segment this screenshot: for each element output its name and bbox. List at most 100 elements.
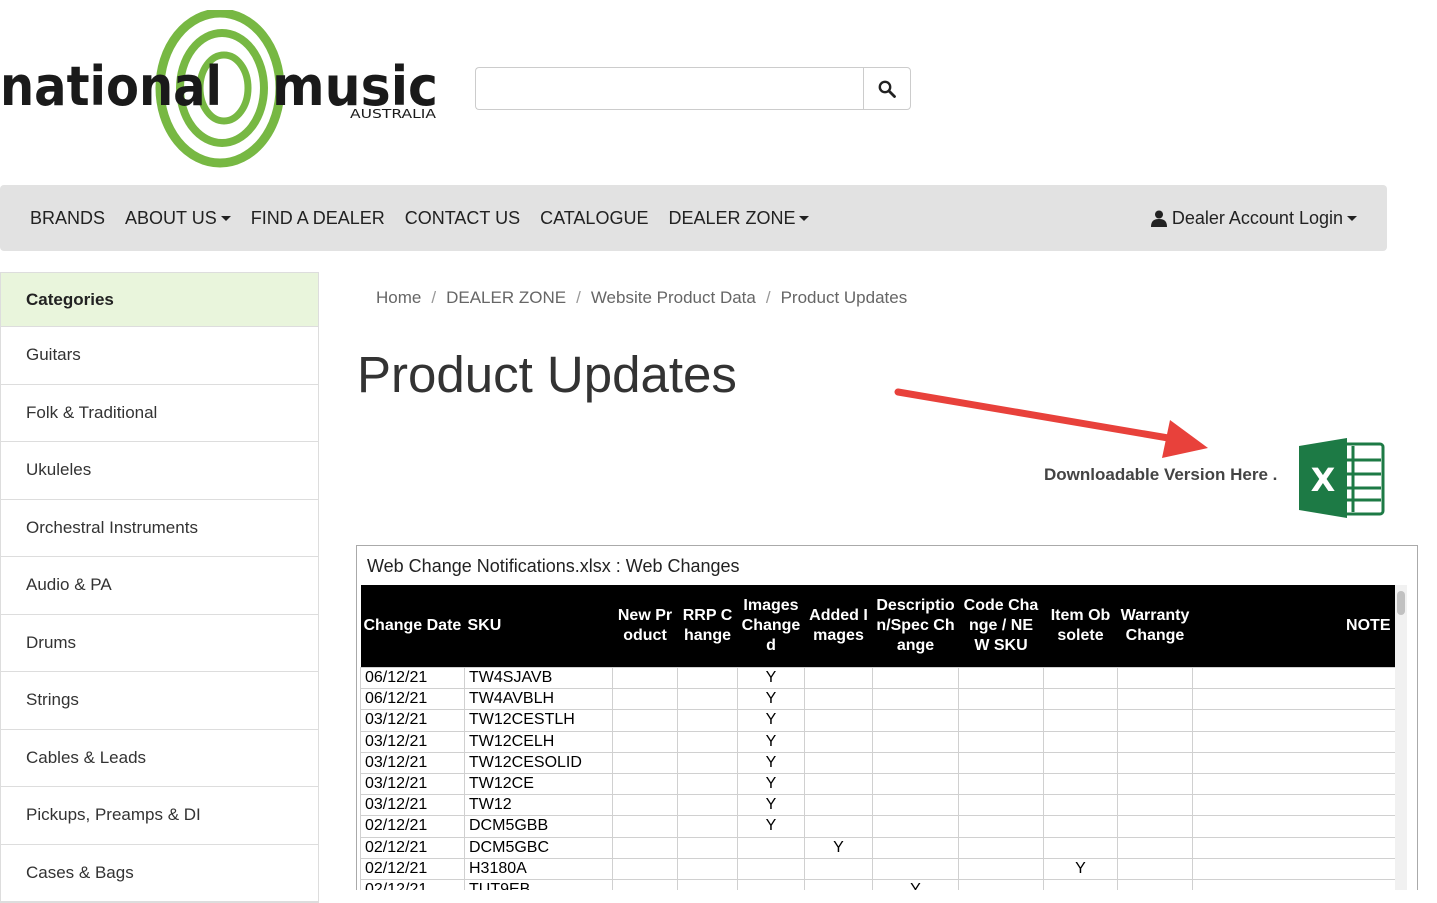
- table-cell[interactable]: [1192, 878, 1398, 890]
- table-cell[interactable]: [677, 815, 738, 838]
- download-link[interactable]: Downloadable Version Here .: [1044, 465, 1277, 485]
- table-cell[interactable]: [872, 815, 959, 838]
- table-cell[interactable]: [677, 836, 738, 859]
- table-cell[interactable]: [872, 794, 959, 817]
- table-cell[interactable]: [1192, 794, 1398, 817]
- table-cell[interactable]: [1043, 666, 1118, 690]
- table-cell[interactable]: [872, 751, 959, 774]
- table-cell[interactable]: [1043, 878, 1118, 890]
- excel-icon[interactable]: X: [1297, 436, 1385, 520]
- table-cell[interactable]: [958, 857, 1044, 880]
- table-cell[interactable]: 03/12/21: [360, 751, 465, 774]
- table-cell[interactable]: [872, 772, 959, 796]
- table-cell[interactable]: [612, 751, 678, 774]
- table-cell[interactable]: Y: [737, 666, 805, 690]
- table-cell[interactable]: [1117, 730, 1193, 753]
- sidebar-item-audio-pa[interactable]: Audio & PA: [1, 557, 318, 615]
- table-cell[interactable]: [677, 772, 738, 796]
- table-cell[interactable]: [737, 836, 805, 859]
- dealer-login-dropdown[interactable]: Dealer Account Login: [1150, 185, 1357, 251]
- table-cell[interactable]: 02/12/21: [360, 836, 465, 859]
- table-cell[interactable]: 02/12/21: [360, 815, 465, 838]
- table-cell[interactable]: [612, 836, 678, 859]
- table-cell[interactable]: [804, 730, 873, 753]
- table-cell[interactable]: TW12: [464, 794, 613, 817]
- site-logo[interactable]: national music AUSTRALIA: [0, 8, 440, 170]
- sidebar-item-ukuleles[interactable]: Ukuleles: [1, 442, 318, 500]
- table-cell[interactable]: [1192, 688, 1398, 711]
- table-cell[interactable]: Y: [872, 878, 959, 890]
- table-cell[interactable]: Y: [737, 772, 805, 796]
- table-cell[interactable]: [1117, 772, 1193, 796]
- table-cell[interactable]: 06/12/21: [360, 688, 465, 711]
- breadcrumb-website-product-data[interactable]: Website Product Data: [591, 288, 756, 308]
- table-cell[interactable]: TW12CESOLID: [464, 751, 613, 774]
- table-cell[interactable]: [958, 709, 1044, 732]
- table-cell[interactable]: [677, 730, 738, 753]
- breadcrumb-home[interactable]: Home: [376, 288, 421, 308]
- spreadsheet-grid[interactable]: Change Date SKU New Product RRP Change I…: [360, 585, 1398, 890]
- table-cell[interactable]: [1043, 730, 1118, 753]
- table-cell[interactable]: TW4SJAVB: [464, 666, 613, 690]
- sidebar-item-cables-leads[interactable]: Cables & Leads: [1, 730, 318, 787]
- table-cell[interactable]: [677, 794, 738, 817]
- table-cell[interactable]: [677, 857, 738, 880]
- search-input[interactable]: [475, 67, 863, 110]
- nav-about-us[interactable]: ABOUT US: [115, 208, 241, 229]
- table-cell[interactable]: [872, 730, 959, 753]
- table-cell[interactable]: [1043, 815, 1118, 838]
- nav-catalogue[interactable]: CATALOGUE: [530, 208, 658, 229]
- table-cell[interactable]: [958, 878, 1044, 890]
- table-cell[interactable]: H3180A: [464, 857, 613, 880]
- table-cell[interactable]: [1117, 751, 1193, 774]
- sidebar-item-orchestral-instruments[interactable]: Orchestral Instruments: [1, 500, 318, 557]
- sidebar-item-pickups-preamps-di[interactable]: Pickups, Preamps & DI: [1, 787, 318, 845]
- table-cell[interactable]: [1043, 794, 1118, 817]
- table-cell[interactable]: [1117, 688, 1193, 711]
- table-cell[interactable]: 02/12/21: [360, 857, 465, 880]
- nav-find-a-dealer[interactable]: FIND A DEALER: [241, 208, 395, 229]
- table-cell[interactable]: [677, 709, 738, 732]
- table-cell[interactable]: [1043, 709, 1118, 732]
- table-cell[interactable]: Y: [1043, 857, 1118, 880]
- sidebar-item-cases-bags[interactable]: Cases & Bags: [1, 845, 318, 902]
- table-cell[interactable]: [958, 815, 1044, 838]
- table-cell[interactable]: Y: [737, 709, 805, 732]
- sidebar-item-folk-traditional[interactable]: Folk & Traditional: [1, 385, 318, 442]
- table-cell[interactable]: [804, 815, 873, 838]
- table-cell[interactable]: [872, 709, 959, 732]
- table-cell[interactable]: [804, 751, 873, 774]
- table-cell[interactable]: [612, 688, 678, 711]
- table-cell[interactable]: TW4AVBLH: [464, 688, 613, 711]
- table-cell[interactable]: [958, 836, 1044, 859]
- table-cell[interactable]: [1192, 666, 1398, 690]
- table-cell[interactable]: [1192, 751, 1398, 774]
- table-cell[interactable]: [804, 857, 873, 880]
- table-cell[interactable]: [958, 794, 1044, 817]
- table-cell[interactable]: [677, 688, 738, 711]
- table-cell[interactable]: Y: [737, 730, 805, 753]
- table-cell[interactable]: [677, 878, 738, 890]
- table-cell[interactable]: [804, 688, 873, 711]
- nav-contact-us[interactable]: CONTACT US: [395, 208, 530, 229]
- vertical-scrollbar[interactable]: [1395, 585, 1407, 890]
- table-cell[interactable]: [958, 666, 1044, 690]
- sidebar-item-strings[interactable]: Strings: [1, 672, 318, 730]
- table-cell[interactable]: 03/12/21: [360, 730, 465, 753]
- table-cell[interactable]: [804, 772, 873, 796]
- table-cell[interactable]: [804, 794, 873, 817]
- table-cell[interactable]: [958, 751, 1044, 774]
- table-cell[interactable]: [958, 688, 1044, 711]
- table-cell[interactable]: [677, 666, 738, 690]
- breadcrumb-dealer-zone[interactable]: DEALER ZONE: [446, 288, 566, 308]
- table-cell[interactable]: [612, 794, 678, 817]
- table-cell[interactable]: [1117, 836, 1193, 859]
- table-cell[interactable]: TW12CESTLH: [464, 709, 613, 732]
- table-cell[interactable]: [872, 857, 959, 880]
- table-cell[interactable]: [1192, 772, 1398, 796]
- table-cell[interactable]: TW12CE: [464, 772, 613, 796]
- table-cell[interactable]: [1117, 857, 1193, 880]
- table-cell[interactable]: [1043, 772, 1118, 796]
- table-cell[interactable]: [1192, 836, 1398, 859]
- table-cell[interactable]: [1043, 688, 1118, 711]
